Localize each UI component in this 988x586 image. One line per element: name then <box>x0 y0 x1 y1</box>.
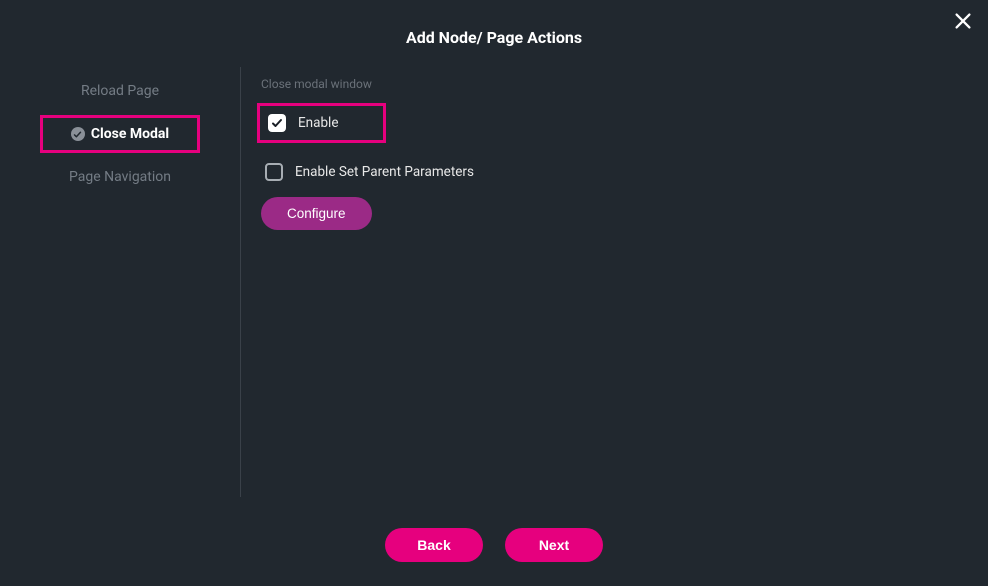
sidebar: Reload Page Close Modal Page Navigation <box>0 67 240 497</box>
check-badge-icon <box>71 127 85 141</box>
next-button[interactable]: Next <box>505 528 603 562</box>
sidebar-item-page-navigation[interactable]: Page Navigation <box>0 159 240 195</box>
configure-button[interactable]: Configure <box>261 197 372 230</box>
enable-label: Enable <box>298 115 339 131</box>
checkbox-unchecked-icon[interactable] <box>265 163 283 181</box>
sidebar-item-label: Page Navigation <box>69 169 171 185</box>
enable-checkbox-row[interactable]: Enable <box>257 103 386 143</box>
section-label: Close modal window <box>261 77 968 91</box>
set-parent-label: Enable Set Parent Parameters <box>295 164 474 180</box>
sidebar-item-reload-page[interactable]: Reload Page <box>0 73 240 109</box>
set-parent-checkbox-row[interactable]: Enable Set Parent Parameters <box>261 163 968 181</box>
close-icon[interactable] <box>952 10 974 36</box>
dialog-title: Add Node/ Page Actions <box>0 0 988 47</box>
sidebar-item-label: Reload Page <box>81 83 159 99</box>
sidebar-item-close-modal[interactable]: Close Modal <box>40 115 200 153</box>
main-panel: Close modal window Enable Enable Set Par… <box>241 67 988 497</box>
checkbox-checked-icon[interactable] <box>268 114 286 132</box>
sidebar-item-label: Close Modal <box>91 126 169 142</box>
footer: Back Next <box>0 528 988 562</box>
back-button[interactable]: Back <box>385 528 483 562</box>
